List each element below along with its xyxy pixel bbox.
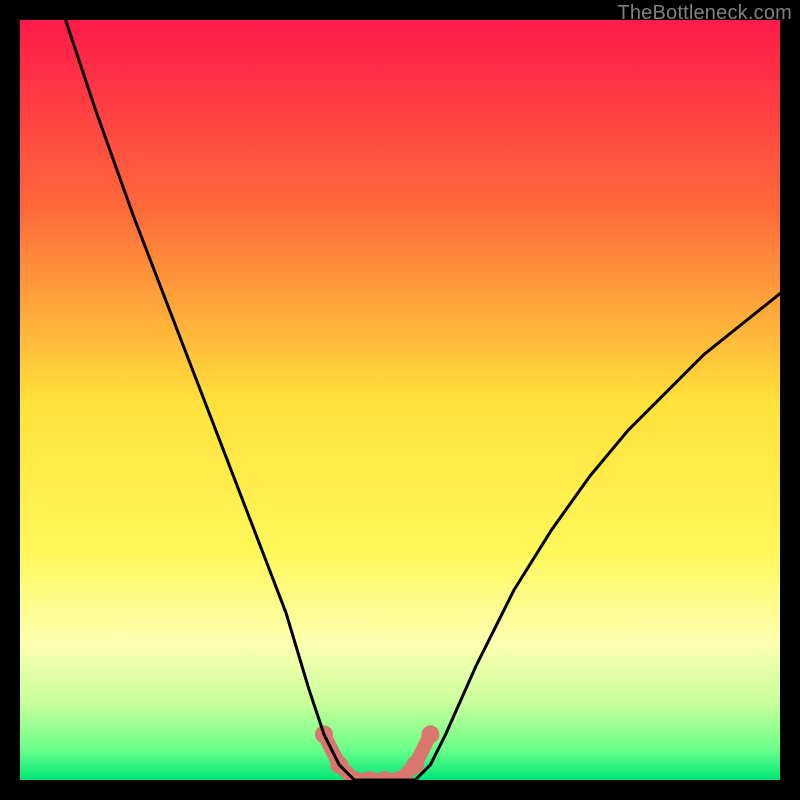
bottleneck-chart: [20, 20, 780, 780]
marker-dot: [406, 756, 424, 774]
chart-frame: TheBottleneck.com: [0, 0, 800, 800]
attribution-text: TheBottleneck.com: [617, 2, 792, 25]
plot-area: [20, 20, 780, 780]
gradient-background: [20, 20, 780, 780]
marker-dot: [421, 725, 439, 743]
